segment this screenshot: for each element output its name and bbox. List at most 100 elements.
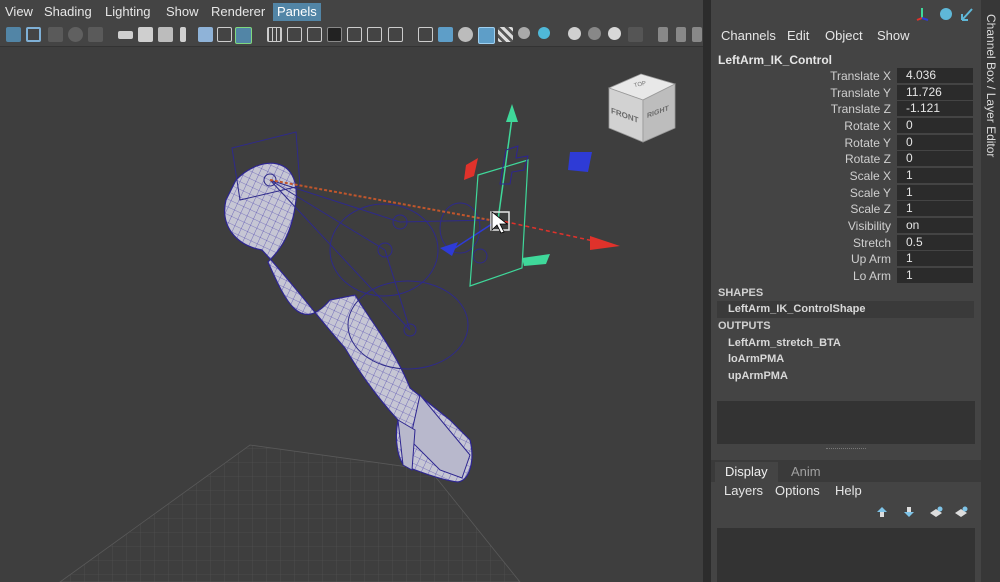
menu-lighting[interactable]: Lighting: [101, 3, 155, 21]
menu-view[interactable]: View: [1, 3, 37, 21]
menu-panels[interactable]: Panels: [273, 3, 321, 21]
attr-row-up-arm[interactable]: Up Arm 1: [711, 251, 981, 267]
menu-show[interactable]: Show: [162, 3, 203, 21]
panel-divider[interactable]: [703, 0, 711, 582]
motion-blur-icon[interactable]: [588, 27, 601, 40]
xray-joints-icon[interactable]: [692, 27, 702, 42]
attr-value-field[interactable]: 4.036: [897, 68, 973, 83]
attr-value-field[interactable]: 1: [897, 185, 973, 200]
attr-row-stretch[interactable]: Stretch 0.5: [711, 235, 981, 251]
attr-label[interactable]: Translate X: [830, 68, 891, 84]
camera-attributes-icon[interactable]: [138, 27, 153, 42]
attr-value-field[interactable]: 0.5: [897, 235, 973, 250]
attr-value-field[interactable]: 1: [897, 201, 973, 216]
attr-value-field[interactable]: 1: [897, 268, 973, 283]
object-name[interactable]: LeftArm_IK_Control: [718, 53, 832, 67]
channels-menu[interactable]: Channels: [721, 28, 776, 43]
attr-row-lo-arm[interactable]: Lo Arm 1: [711, 268, 981, 284]
safe-action-icon[interactable]: [367, 27, 382, 42]
attr-value-field[interactable]: 0: [897, 135, 973, 150]
attr-row-scale-x[interactable]: Scale X 1: [711, 168, 981, 184]
attr-row-scale-z[interactable]: Scale Z 1: [711, 201, 981, 217]
attr-label[interactable]: Rotate Z: [845, 151, 891, 167]
attr-row-visibility[interactable]: Visibility on: [711, 218, 981, 234]
side-tab-label[interactable]: Channel Box / Layer Editor: [984, 14, 998, 157]
frame-icon[interactable]: [26, 27, 41, 42]
wireframe-icon[interactable]: [418, 27, 433, 42]
grease-pencil-icon[interactable]: [235, 27, 252, 44]
attr-value-field[interactable]: 1: [897, 168, 973, 183]
options-menu[interactable]: Options: [775, 483, 820, 498]
attr-row-scale-y[interactable]: Scale Y 1: [711, 185, 981, 201]
grid-toggle-icon[interactable]: [88, 27, 103, 42]
lock-camera-icon[interactable]: [158, 27, 173, 42]
move-layer-up-icon[interactable]: [875, 506, 889, 518]
channel-box-side-tab[interactable]: Channel Box / Layer Editor: [981, 0, 1000, 582]
layer-list[interactable]: [717, 528, 975, 582]
new-layer-icon[interactable]: [929, 506, 943, 518]
object-menu[interactable]: Object: [825, 28, 863, 43]
resolution-gate-icon[interactable]: [307, 27, 322, 42]
smooth-shade-icon[interactable]: [438, 27, 453, 42]
panel-splitter[interactable]: [826, 448, 866, 451]
safe-title-icon[interactable]: [388, 27, 403, 42]
attr-label[interactable]: Scale Z: [850, 201, 891, 217]
image-plane-icon[interactable]: [68, 27, 83, 42]
output-item-loarmpma[interactable]: loArmPMA: [728, 353, 784, 365]
attr-label[interactable]: Rotate Y: [845, 135, 891, 151]
attr-value-field[interactable]: 11.726: [897, 85, 973, 100]
show-menu[interactable]: Show: [877, 28, 910, 43]
attr-label[interactable]: Translate Z: [831, 101, 891, 117]
default-material-icon[interactable]: [458, 27, 473, 42]
select-camera-icon[interactable]: [6, 27, 21, 42]
attr-label[interactable]: Up Arm: [851, 251, 891, 267]
attr-row-translate-y[interactable]: Translate Y 11.726: [711, 85, 981, 101]
layers-menu[interactable]: Layers: [724, 483, 763, 498]
attr-label[interactable]: Visibility: [848, 218, 891, 234]
isolate-select-icon[interactable]: [658, 27, 668, 42]
shape-item[interactable]: LeftArm_IK_ControlShape: [728, 303, 866, 315]
new-layer-selected-icon[interactable]: [954, 506, 968, 518]
tab-anim[interactable]: Anim: [781, 462, 831, 482]
attr-label[interactable]: Scale Y: [850, 185, 891, 201]
edit-menu[interactable]: Edit: [787, 28, 809, 43]
film-gate-icon[interactable]: [287, 27, 302, 42]
gate-mask-icon[interactable]: [327, 27, 342, 42]
menu-shading[interactable]: Shading: [40, 3, 96, 21]
bookmark-icon[interactable]: [48, 27, 63, 42]
output-item-uparmpma[interactable]: upArmPMA: [728, 370, 788, 382]
attr-value-field[interactable]: on: [897, 218, 973, 233]
pen-icon[interactable]: [198, 27, 213, 42]
move-layer-down-icon[interactable]: [902, 506, 916, 518]
menu-renderer[interactable]: Renderer: [207, 3, 269, 21]
attr-label[interactable]: Scale X: [850, 168, 891, 184]
attr-row-translate-x[interactable]: Translate X 4.036: [711, 68, 981, 84]
attr-label[interactable]: Lo Arm: [853, 268, 891, 284]
attr-value-field[interactable]: 1: [897, 251, 973, 266]
xray-icon[interactable]: [676, 27, 686, 42]
output-item-stretch-bta[interactable]: LeftArm_stretch_BTA: [728, 337, 841, 349]
attr-label[interactable]: Rotate X: [844, 118, 891, 134]
camera-icon[interactable]: [118, 31, 133, 39]
bookmark-marker-icon[interactable]: [180, 27, 186, 42]
attr-row-rotate-z[interactable]: Rotate Z 0: [711, 151, 981, 167]
anti-aliasing-icon[interactable]: [608, 27, 621, 40]
move-icon[interactable]: [217, 27, 232, 42]
textured-icon[interactable]: [498, 27, 513, 42]
viewport-canvas[interactable]: TOP FRONT RIGHT: [0, 47, 703, 582]
attr-value-field[interactable]: -1.121: [897, 101, 973, 116]
shadows-icon[interactable]: [538, 27, 550, 39]
field-chart-icon[interactable]: [347, 27, 362, 42]
depth-of-field-icon[interactable]: [628, 27, 643, 42]
grid-icon[interactable]: [267, 27, 282, 42]
wireframe-on-shaded-icon[interactable]: [478, 27, 495, 44]
attr-value-field[interactable]: 0: [897, 151, 973, 166]
ambient-occlusion-icon[interactable]: [568, 27, 581, 40]
lights-icon[interactable]: [518, 27, 530, 39]
help-menu[interactable]: Help: [835, 483, 862, 498]
attr-label[interactable]: Stretch: [853, 235, 891, 251]
attr-value-field[interactable]: 0: [897, 118, 973, 133]
attr-row-translate-z[interactable]: Translate Z -1.121: [711, 101, 981, 117]
attr-row-rotate-y[interactable]: Rotate Y 0: [711, 135, 981, 151]
attr-row-rotate-x[interactable]: Rotate X 0: [711, 118, 981, 134]
